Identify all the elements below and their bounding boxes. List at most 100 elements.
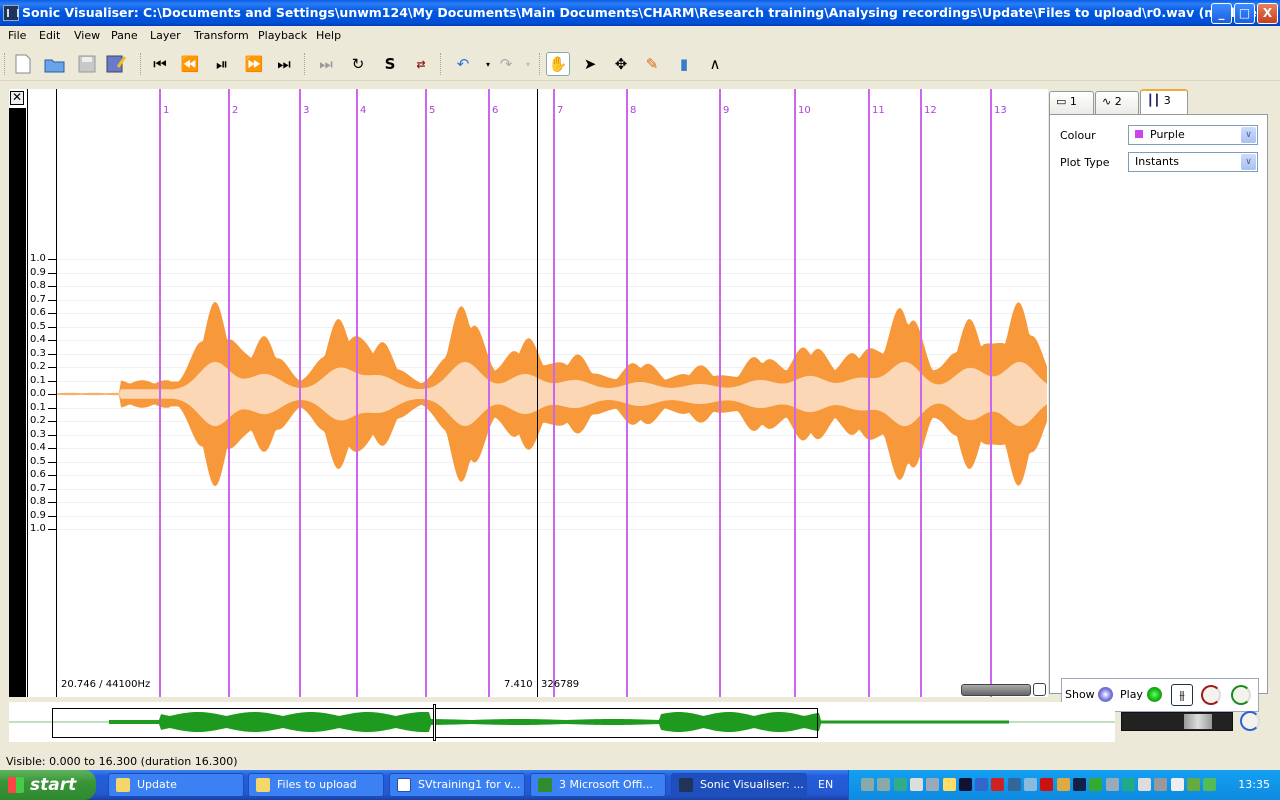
tab-pane-1[interactable]: ▭ 1 — [1049, 91, 1094, 114]
maximize-button[interactable]: □ — [1234, 3, 1255, 24]
draw-tool-pencil-icon[interactable]: ✎ — [640, 52, 664, 76]
align-icon[interactable]: ⇄ — [409, 52, 433, 76]
rewind-to-start-icon[interactable]: ⏮ — [148, 52, 172, 76]
task-update[interactable]: Update — [108, 773, 244, 797]
playback-speed-slider[interactable] — [1121, 712, 1233, 731]
scale-tick — [48, 475, 56, 476]
instant-marker[interactable] — [159, 89, 161, 697]
menu-file[interactable]: File — [8, 29, 26, 42]
menu-help[interactable]: Help — [316, 29, 341, 42]
measure-tool-compass-icon[interactable]: ∧ — [703, 52, 727, 76]
zoom-reset-button[interactable] — [1033, 683, 1046, 696]
open-file-icon[interactable] — [43, 52, 67, 76]
tray-icon[interactable] — [1040, 778, 1054, 791]
task-microsoft-office[interactable]: 3 Microsoft Offi... — [530, 773, 666, 797]
tray-icon[interactable] — [1154, 778, 1168, 791]
tray-icon[interactable] — [1121, 778, 1135, 791]
instant-marker[interactable] — [488, 89, 490, 697]
erase-tool-eraser-icon[interactable]: ▮ — [672, 52, 696, 76]
tray-icon[interactable] — [1170, 778, 1184, 791]
tray-icon[interactable] — [1007, 778, 1021, 791]
loop-icon[interactable]: ↻ — [346, 52, 370, 76]
tray-icon[interactable] — [958, 778, 972, 791]
tray-icon[interactable] — [1187, 778, 1200, 791]
task-files-to-upload[interactable]: Files to upload — [248, 773, 384, 797]
menu-playback[interactable]: Playback — [258, 29, 307, 42]
scale-tick — [48, 367, 56, 368]
menu-view[interactable]: View — [74, 29, 100, 42]
colour-select[interactable]: Purple ∨ — [1128, 125, 1258, 145]
playback-settings-icon[interactable]: ⫵ — [1171, 684, 1193, 706]
redo-dropdown-icon[interactable]: ▾ — [516, 52, 540, 76]
tray-icon[interactable] — [942, 778, 956, 791]
scale-label: 0.3 — [30, 428, 46, 440]
tray-icon[interactable] — [926, 778, 940, 791]
instant-marker[interactable] — [356, 89, 358, 697]
instant-marker[interactable] — [920, 89, 922, 697]
instant-marker[interactable] — [299, 89, 301, 697]
tray-icon[interactable] — [877, 778, 891, 791]
instant-marker[interactable] — [868, 89, 870, 697]
tray-icon[interactable] — [893, 778, 907, 791]
tray-icon[interactable] — [1024, 778, 1037, 791]
tray-icon[interactable] — [991, 778, 1005, 791]
save-as-icon[interactable] — [104, 52, 128, 76]
solo-icon[interactable]: S — [378, 52, 402, 76]
menu-bar: File Edit View Pane Layer Transform Play… — [0, 26, 1280, 46]
instant-marker[interactable] — [553, 89, 555, 697]
menu-pane[interactable]: Pane — [111, 29, 138, 42]
instant-marker[interactable] — [228, 89, 230, 697]
play-toggle[interactable] — [1147, 687, 1162, 702]
redo-icon[interactable]: ↷ — [494, 52, 518, 76]
save-icon[interactable] — [75, 52, 99, 76]
menu-edit[interactable]: Edit — [39, 29, 60, 42]
navigate-tool-hand-icon[interactable]: ✋ — [546, 52, 570, 76]
close-pane-icon[interactable]: ✕ — [10, 91, 24, 105]
tab-waveform-2[interactable]: ∿ 2 — [1095, 91, 1139, 114]
waveform-icon: ∿ — [1102, 95, 1112, 108]
tray-icon[interactable] — [1203, 778, 1217, 791]
plot-type-select[interactable]: Instants ∨ — [1128, 152, 1258, 172]
fast-forward-icon[interactable]: ⏩ — [242, 52, 266, 76]
tray-icon[interactable] — [1105, 778, 1119, 791]
playhead-cursor[interactable] — [537, 89, 538, 697]
play-pause-icon[interactable]: ⏯ — [210, 52, 234, 76]
close-button[interactable]: X — [1257, 3, 1278, 24]
show-toggle[interactable] — [1098, 687, 1113, 702]
instant-label: 9 — [723, 105, 730, 116]
tab-instants-3[interactable]: ┃┃ 3 — [1140, 89, 1188, 115]
task-word-document[interactable]: SVtraining1 for v... — [389, 773, 525, 797]
undo-icon[interactable]: ↶ — [451, 52, 475, 76]
instant-marker[interactable] — [425, 89, 427, 697]
menu-transform[interactable]: Transform — [194, 29, 249, 42]
tray-icon[interactable] — [1072, 778, 1086, 791]
minimize-button[interactable]: _ — [1211, 3, 1232, 24]
language-indicator[interactable]: EN — [818, 778, 833, 791]
fast-forward-to-end-icon[interactable]: ⏭ — [272, 52, 296, 76]
rewind-icon[interactable]: ⏪ — [178, 52, 202, 76]
pan-knob[interactable] — [1231, 685, 1251, 705]
constrain-playback-icon[interactable]: ⏭ — [314, 52, 338, 76]
menu-layer[interactable]: Layer — [150, 29, 181, 42]
instant-label: 8 — [630, 105, 637, 116]
tray-icon[interactable] — [975, 778, 989, 791]
playback-speed-knob[interactable] — [1240, 711, 1260, 731]
instant-marker[interactable] — [990, 89, 992, 697]
scale-tick — [48, 340, 56, 341]
tray-icon[interactable] — [1138, 778, 1152, 791]
instant-marker[interactable] — [626, 89, 628, 697]
move-tool-icon[interactable]: ✥ — [609, 52, 633, 76]
tray-icon[interactable] — [909, 778, 923, 791]
tray-icon[interactable] — [1056, 778, 1070, 791]
task-sonic-visualiser[interactable]: Sonic Visualiser: ... — [671, 773, 807, 797]
select-tool-arrow-icon[interactable]: ➤ — [578, 52, 602, 76]
tray-icon[interactable] — [861, 778, 874, 791]
instant-marker[interactable] — [719, 89, 721, 697]
tray-icon[interactable] — [1089, 778, 1103, 791]
start-button[interactable]: start — [0, 770, 96, 800]
slider-handle[interactable] — [1184, 714, 1212, 729]
zoom-thumbwheel[interactable] — [961, 684, 1031, 696]
gain-knob[interactable] — [1201, 685, 1221, 705]
instant-marker[interactable] — [794, 89, 796, 697]
new-file-icon[interactable] — [11, 52, 35, 76]
